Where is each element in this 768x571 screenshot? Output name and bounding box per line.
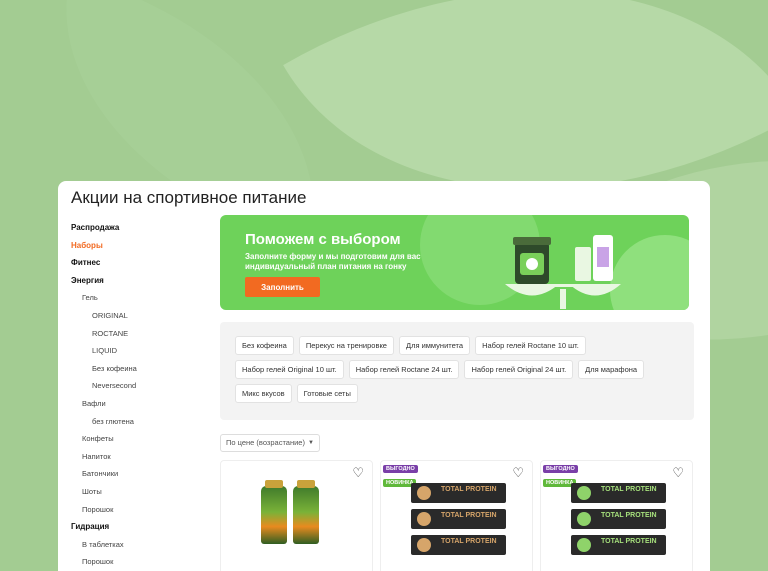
chevron-down-icon: ▼ [308,440,314,446]
tag-chip[interactable]: Набор гелей Original 10 шт. [235,360,344,379]
protein-bar: TOTAL PROTEIN [571,535,666,555]
sidebar-item-sale[interactable]: Распродажа [71,219,211,237]
shot-bottle [293,480,319,544]
sidebar-item-hydration-powder[interactable]: Порошок [71,553,211,571]
bar-logo-icon [577,486,591,500]
sidebar-item-drink[interactable]: Напиток [71,448,211,466]
sidebar-item-shots[interactable]: Шоты [71,483,211,501]
fill-form-button[interactable]: Заполнить [245,277,320,297]
product-image[interactable] [261,480,319,544]
product-card[interactable]: ВЫГОДНО НОВИНКА ♡ TOTAL PROTEIN TOTAL PR… [380,460,533,571]
sort-selected-value: По цене (возрастание) [226,438,305,447]
sidebar-item-energy[interactable]: Энергия [71,272,211,290]
scales-illustration-icon [505,235,621,309]
help-choose-banner: Поможем с выбором Заполните форму и мы п… [220,215,689,310]
sort-select[interactable]: По цене (возрастание) ▼ [220,434,320,452]
bar-label: TOTAL PROTEIN [601,512,657,519]
shot-bottle [261,480,287,544]
sidebar-item-roctane[interactable]: ROCTANE [71,325,211,343]
category-sidebar: Распродажа Наборы Фитнес Энергия Гель OR… [71,219,211,571]
product-image[interactable]: TOTAL PROTEIN TOTAL PROTEIN TOTAL PROTEI… [571,483,666,561]
sidebar-item-liquid[interactable]: LIQUID [71,342,211,360]
tag-chip[interactable]: Микс вкусов [235,384,292,403]
tag-chip[interactable]: Набор гелей Roctane 24 шт. [348,360,460,379]
sidebar-item-sets[interactable]: Наборы [71,237,211,255]
sidebar-item-candies[interactable]: Конфеты [71,430,211,448]
product-image[interactable]: TOTAL PROTEIN TOTAL PROTEIN TOTAL PROTEI… [411,483,506,561]
tag-chip[interactable]: Готовые сеты [296,384,358,403]
protein-bar: TOTAL PROTEIN [411,509,506,529]
badge-vygodno: ВЫГОДНО [543,465,578,473]
sidebar-item-fitness[interactable]: Фитнес [71,254,211,272]
bar-logo-icon [417,538,431,552]
bar-label: TOTAL PROTEIN [441,538,497,545]
sidebar-item-waffles[interactable]: Вафли [71,395,211,413]
sidebar-item-gluten-free[interactable]: без глютена [71,413,211,431]
bar-label: TOTAL PROTEIN [601,538,657,545]
bar-label: TOTAL PROTEIN [601,486,657,493]
bar-logo-icon [417,486,431,500]
page-title: Акции на спортивное питание [71,188,307,207]
bar-label: TOTAL PROTEIN [441,486,497,493]
bar-logo-icon [577,538,591,552]
tag-chip[interactable]: Набор гелей Original 24 шт. [464,360,574,379]
tag-chip[interactable]: Перекус на тренировке [298,336,394,355]
tag-chip[interactable]: Набор гелей Roctane 10 шт. [475,336,586,355]
tag-chip[interactable]: Для иммунитета [398,336,471,355]
sidebar-item-caffeine-free[interactable]: Без кофеина [71,360,211,378]
product-card[interactable]: ВЫГОДНО НОВИНКА ♡ TOTAL PROTEIN TOTAL PR… [540,460,693,571]
heart-outline-icon[interactable]: ♡ [352,466,364,479]
tag-filter-panel: Без кофеина Перекус на тренировке Для им… [220,322,694,420]
protein-bar: TOTAL PROTEIN [571,509,666,529]
protein-bar: TOTAL PROTEIN [571,483,666,503]
heart-outline-icon[interactable]: ♡ [672,466,684,479]
sidebar-item-bars[interactable]: Батончики [71,465,211,483]
badge-vygodno: ВЫГОДНО [383,465,418,473]
sidebar-item-gel[interactable]: Гель [71,289,211,307]
banner-title: Поможем с выбором [245,231,401,248]
sidebar-item-original[interactable]: ORIGINAL [71,307,211,325]
sidebar-item-tablets[interactable]: В таблетках [71,536,211,554]
tag-chip[interactable]: Для марафона [578,360,645,379]
bar-logo-icon [417,512,431,526]
tag-chip[interactable]: Без кофеина [235,336,294,355]
protein-bar: TOTAL PROTEIN [411,483,506,503]
sidebar-item-powder[interactable]: Порошок [71,501,211,519]
banner-subtitle: Заполните форму и мы подготовим для вас … [245,252,421,271]
tag-list: Без кофеина Перекус на тренировке Для им… [235,336,685,403]
product-grid: ♡ ВЫГОДНО НОВИНКА ♡ TOTAL PROTEIN TOTAL … [220,460,694,571]
heart-outline-icon[interactable]: ♡ [512,466,524,479]
sidebar-item-neversecond[interactable]: Neversecond [71,377,211,395]
bar-logo-icon [577,512,591,526]
protein-bar: TOTAL PROTEIN [411,535,506,555]
sidebar-item-hydration[interactable]: Гидрация [71,518,211,536]
bar-label: TOTAL PROTEIN [441,512,497,519]
product-card[interactable]: ♡ [220,460,373,571]
promo-page-card: Акции на спортивное питание Распродажа Н… [58,181,710,571]
